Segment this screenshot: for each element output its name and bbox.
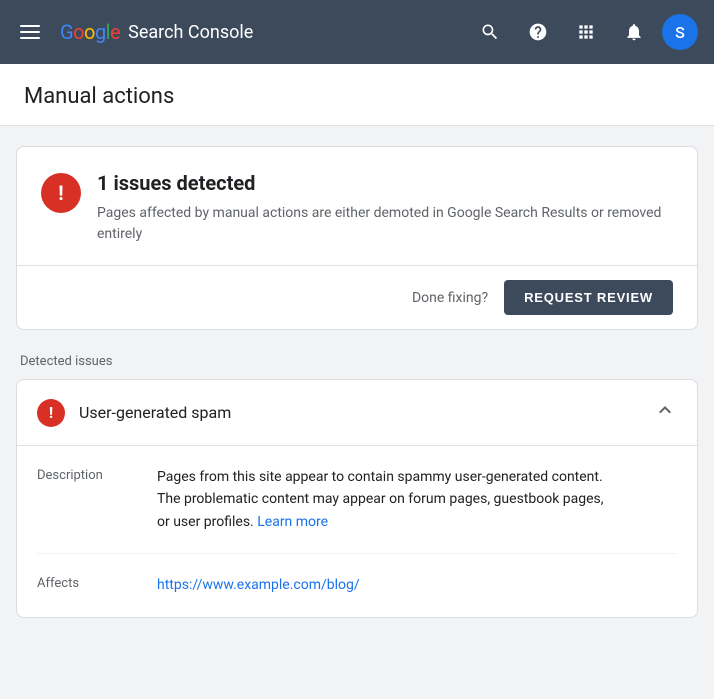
help-icon	[528, 22, 548, 42]
description-text: Pages from this site appear to contain s…	[157, 469, 604, 530]
issue-details: Description Pages from this site appear …	[17, 446, 697, 617]
page-title: Manual actions	[24, 84, 690, 109]
affects-url-link[interactable]: https://www.example.com/blog/	[157, 577, 360, 593]
apps-icon	[576, 22, 596, 42]
issues-text: 1 issues detected Pages affected by manu…	[97, 171, 673, 245]
page-header: Manual actions	[0, 64, 714, 126]
product-name: Search Console	[128, 22, 253, 43]
issues-action-bar: Done fixing? REQUEST REVIEW	[17, 265, 697, 329]
detected-issues-label: Detected issues	[16, 354, 698, 369]
top-navigation: Google Search Console S	[0, 0, 714, 64]
issue-error-icon: !	[37, 399, 65, 427]
done-fixing-label: Done fixing?	[412, 290, 488, 306]
logo: Google Search Console	[60, 20, 454, 44]
help-icon-button[interactable]	[518, 12, 558, 52]
description-row: Description Pages from this site appear …	[37, 446, 677, 554]
affects-row: Affects https://www.example.com/blog/	[37, 554, 677, 616]
request-review-button[interactable]: REQUEST REVIEW	[504, 280, 673, 315]
issues-summary: ! 1 issues detected Pages affected by ma…	[17, 147, 697, 265]
chevron-up-icon[interactable]	[653, 398, 677, 427]
search-icon	[480, 22, 500, 42]
google-wordmark: Google	[60, 20, 120, 44]
affects-value: https://www.example.com/blog/	[157, 574, 360, 596]
main-content: ! 1 issues detected Pages affected by ma…	[0, 126, 714, 638]
description-value: Pages from this site appear to contain s…	[157, 466, 617, 533]
notifications-icon	[624, 22, 644, 42]
affects-label: Affects	[37, 574, 137, 596]
notifications-icon-button[interactable]	[614, 12, 654, 52]
avatar[interactable]: S	[662, 14, 698, 50]
issues-summary-card: ! 1 issues detected Pages affected by ma…	[16, 146, 698, 330]
error-icon: !	[41, 173, 81, 213]
issue-header[interactable]: ! User-generated spam	[17, 380, 697, 446]
issue-card: ! User-generated spam Description Pages …	[16, 379, 698, 618]
issue-header-left: ! User-generated spam	[37, 399, 231, 427]
menu-icon[interactable]	[16, 21, 44, 43]
issue-title: User-generated spam	[79, 403, 231, 422]
learn-more-link[interactable]: Learn more	[257, 514, 328, 530]
topnav-icons: S	[470, 12, 698, 52]
issues-count-heading: 1 issues detected	[97, 171, 673, 195]
description-label: Description	[37, 466, 137, 533]
search-icon-button[interactable]	[470, 12, 510, 52]
apps-icon-button[interactable]	[566, 12, 606, 52]
issues-description: Pages affected by manual actions are eit…	[97, 203, 673, 245]
